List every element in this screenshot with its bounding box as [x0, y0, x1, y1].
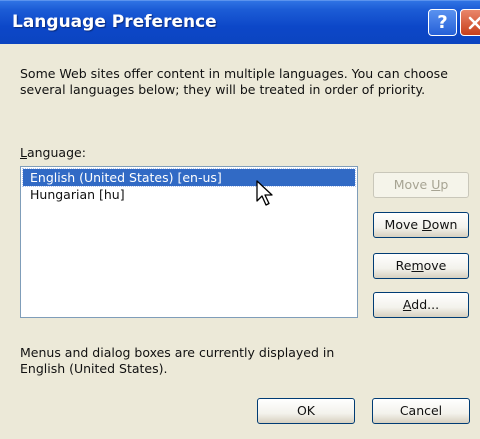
language-listbox[interactable]: English (United States) [en-us] Hungaria…	[20, 166, 358, 318]
list-item[interactable]: English (United States) [en-us]	[22, 168, 356, 187]
remove-mnemonic: m	[411, 258, 424, 273]
close-icon	[468, 16, 480, 29]
language-label: Language:	[20, 145, 86, 160]
window-title: Language Preference	[12, 12, 217, 32]
move-down-button[interactable]: Move Down	[373, 212, 469, 238]
remove-button[interactable]: Remove	[373, 253, 469, 279]
list-item[interactable]: Hungarian [hu]	[21, 186, 357, 203]
add-label-post: dd...	[411, 297, 440, 312]
help-icon: ?	[437, 12, 448, 33]
help-button[interactable]: ?	[428, 9, 457, 36]
move-up-label-pre: Move	[393, 177, 432, 192]
description-text: Some Web sites offer content in multiple…	[20, 66, 448, 97]
close-button[interactable]	[460, 9, 480, 36]
title-bar[interactable]: Language Preference ?	[0, 0, 480, 44]
move-down-label-post: own	[431, 217, 458, 232]
move-up-label-post: p	[440, 177, 449, 192]
move-up-button[interactable]: Move Up	[373, 172, 469, 198]
language-label-rest: anguage:	[26, 145, 86, 160]
remove-label-post: ove	[423, 258, 447, 273]
cancel-button[interactable]: Cancel	[372, 398, 470, 424]
add-button[interactable]: Add...	[373, 292, 469, 318]
remove-label-pre: Re	[395, 258, 412, 273]
move-down-label-pre: Move	[384, 217, 423, 232]
add-mnemonic: A	[402, 297, 412, 312]
move-down-mnemonic: D	[422, 217, 432, 232]
ok-button[interactable]: OK	[257, 398, 355, 424]
language-label-mnemonic: L	[20, 145, 27, 160]
move-up-mnemonic: U	[431, 177, 441, 192]
status-text: Menus and dialog boxes are currently dis…	[20, 345, 335, 376]
